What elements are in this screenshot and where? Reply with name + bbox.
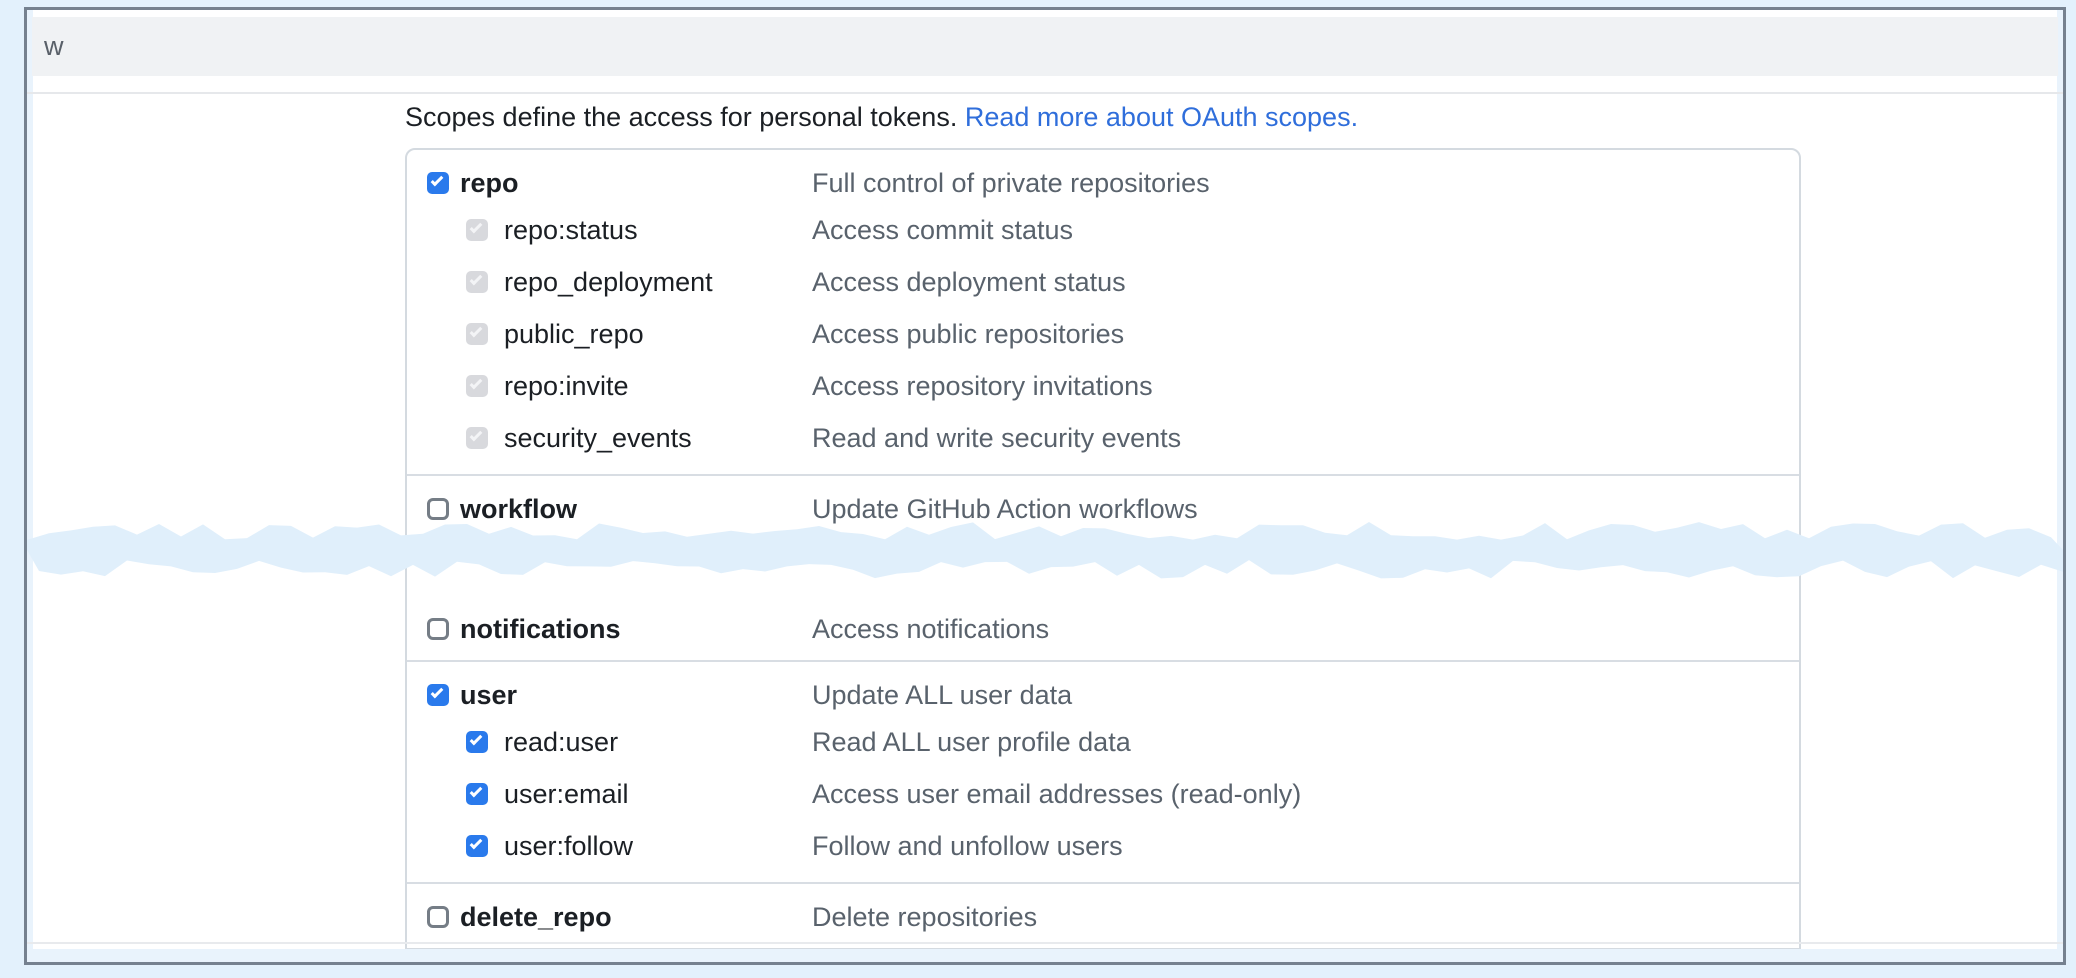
scope-description: Access notifications <box>812 614 1049 645</box>
scope-label: repo <box>460 168 812 199</box>
scope-row-security-events: security_events Read and write security … <box>407 412 1799 464</box>
scope-row-repo-invite: repo:invite Access repository invitation… <box>407 360 1799 412</box>
scope-row-repo-deployment: repo_deployment Access deployment status <box>407 256 1799 308</box>
scope-row-repo: repo Full control of private repositorie… <box>407 162 1799 204</box>
scope-row-public-repo: public_repo Access public repositories <box>407 308 1799 360</box>
scope-row-notifications: notifications Access notifications <box>407 608 1799 650</box>
scope-description: Follow and unfollow users <box>812 831 1123 862</box>
scope-label: user:email <box>504 779 812 810</box>
top-bar-divider <box>27 92 2063 94</box>
scope-row-user-follow: user:follow Follow and unfollow users <box>407 820 1799 872</box>
read-user-checkbox[interactable] <box>466 731 488 753</box>
scope-group-user: user Update ALL user data read:user Read… <box>407 660 1799 882</box>
security-events-checkbox <box>466 427 488 449</box>
scope-description: Access commit status <box>812 215 1073 246</box>
top-bar-text: w <box>44 31 64 62</box>
scope-label: repo:status <box>504 215 812 246</box>
scope-description: Read ALL user profile data <box>812 727 1131 758</box>
user-email-checkbox[interactable] <box>466 783 488 805</box>
scope-label: public_repo <box>504 319 812 350</box>
scope-row-read-user: read:user Read ALL user profile data <box>407 716 1799 768</box>
check-icon <box>470 325 483 338</box>
scope-group-delete-repo: delete_repo Delete repositories <box>407 882 1799 948</box>
scope-description: Access public repositories <box>812 319 1124 350</box>
scope-label: repo_deployment <box>504 267 812 298</box>
scope-group-repo: repo Full control of private repositorie… <box>407 150 1799 474</box>
scope-row-delete-repo: delete_repo Delete repositories <box>407 896 1799 938</box>
scope-label: user <box>460 680 812 711</box>
notifications-checkbox[interactable] <box>427 618 449 640</box>
check-icon <box>470 429 483 442</box>
user-checkbox[interactable] <box>427 684 449 706</box>
scope-description: Full control of private repositories <box>812 168 1210 199</box>
scope-label: repo:invite <box>504 371 812 402</box>
check-icon <box>431 174 444 187</box>
scope-label: user:follow <box>504 831 812 862</box>
scope-label: security_events <box>504 423 812 454</box>
oauth-scopes-link[interactable]: Read more about OAuth scopes. <box>965 102 1358 132</box>
user-follow-checkbox[interactable] <box>466 835 488 857</box>
check-icon <box>470 837 483 850</box>
check-icon <box>470 221 483 234</box>
check-icon <box>470 273 483 286</box>
scope-label: delete_repo <box>460 902 812 933</box>
scope-description: Access deployment status <box>812 267 1126 298</box>
scope-description: Delete repositories <box>812 902 1037 933</box>
scope-row-user-email: user:email Access user email addresses (… <box>407 768 1799 820</box>
torn-screenshot-band <box>27 516 2063 584</box>
repo-checkbox[interactable] <box>427 172 449 194</box>
scope-row-user: user Update ALL user data <box>407 674 1799 716</box>
bottom-divider <box>27 942 2063 944</box>
scope-label: read:user <box>504 727 812 758</box>
check-icon <box>470 377 483 390</box>
top-bar[interactable]: w <box>32 17 2058 76</box>
scope-row-repo-status: repo:status Access commit status <box>407 204 1799 256</box>
scopes-intro: Scopes define the access for personal to… <box>405 98 1801 136</box>
repo-deployment-checkbox <box>466 271 488 293</box>
repo-invite-checkbox <box>466 375 488 397</box>
scope-description: Access repository invitations <box>812 371 1153 402</box>
scope-group-notifications: notifications Access notifications <box>407 596 1799 660</box>
scope-description: Access user email addresses (read-only) <box>812 779 1301 810</box>
browser-window: w Scopes define the access for personal … <box>24 7 2066 965</box>
public-repo-checkbox <box>466 323 488 345</box>
scope-description: Read and write security events <box>812 423 1181 454</box>
check-icon <box>470 785 483 798</box>
check-icon <box>431 686 444 699</box>
scope-label: notifications <box>460 614 812 645</box>
repo-status-checkbox <box>466 219 488 241</box>
check-icon <box>470 733 483 746</box>
scopes-intro-text: Scopes define the access for personal to… <box>405 102 957 132</box>
delete-repo-checkbox[interactable] <box>427 906 449 928</box>
bottom-edge-strip <box>27 949 2063 962</box>
scope-description: Update ALL user data <box>812 680 1072 711</box>
